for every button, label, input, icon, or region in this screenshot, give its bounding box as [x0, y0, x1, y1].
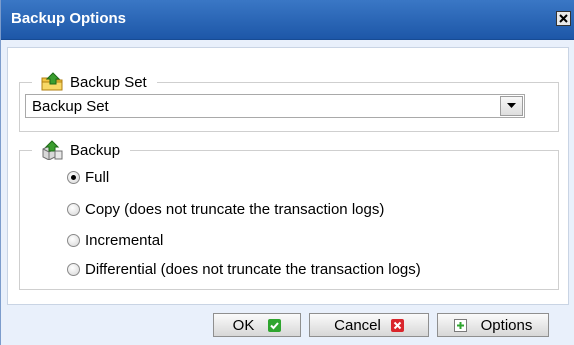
- backup-set-dropdown[interactable]: Backup Set: [25, 94, 525, 118]
- ok-button-label: OK: [232, 316, 255, 334]
- dropdown-button[interactable]: [500, 96, 523, 116]
- cancel-button-label: Cancel: [334, 316, 381, 334]
- backup-set-legend-label: Backup Set: [70, 73, 147, 91]
- backup-legend-label: Backup: [70, 141, 121, 159]
- x-icon: [390, 318, 404, 332]
- radio-button[interactable]: [67, 170, 80, 184]
- radio-button[interactable]: [67, 202, 80, 216]
- ok-button[interactable]: OK: [213, 313, 301, 337]
- radio-label: Incremental: [85, 231, 164, 249]
- backup-legend: Backup: [32, 140, 130, 161]
- backup-icon: [40, 140, 64, 161]
- options-button[interactable]: Options: [437, 313, 549, 337]
- check-icon: [268, 318, 282, 332]
- cancel-button[interactable]: Cancel: [309, 313, 429, 337]
- backup-set-legend: Backup Set: [32, 72, 157, 92]
- radio-full[interactable]: Full: [67, 166, 109, 188]
- radio-differential[interactable]: Differential (does not truncate the tran…: [67, 258, 421, 280]
- options-button-label: Options: [480, 316, 533, 334]
- radio-button[interactable]: [67, 233, 80, 247]
- radio-incremental[interactable]: Incremental: [67, 229, 163, 251]
- radio-copy[interactable]: Copy (does not truncate the transaction …: [67, 198, 384, 220]
- radio-label: Full: [85, 168, 110, 186]
- radio-label: Copy (does not truncate the transaction …: [85, 200, 385, 218]
- plus-icon: [453, 318, 467, 332]
- close-button[interactable]: [556, 11, 571, 26]
- backup-options-dialog: Backup Options Backup Set Backup Set Bac…: [0, 0, 574, 345]
- backup-set-selected-value: Backup Set: [32, 98, 109, 115]
- dialog-title: Backup Options: [11, 10, 127, 27]
- close-icon: [557, 12, 570, 25]
- radio-button[interactable]: [67, 262, 80, 276]
- radio-label: Differential (does not truncate the tran…: [85, 260, 421, 278]
- backup-set-icon: [40, 72, 64, 92]
- title-bar: Backup Options: [1, 0, 574, 40]
- chevron-down-icon: [501, 103, 522, 109]
